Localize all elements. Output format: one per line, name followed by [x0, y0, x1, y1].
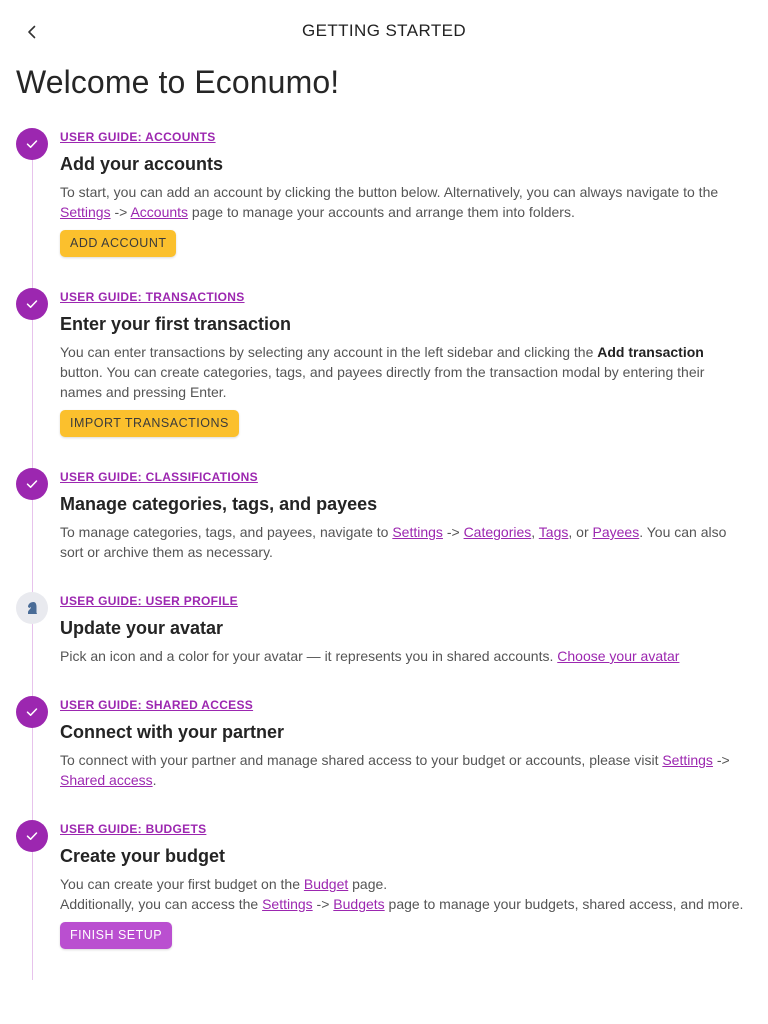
- finish-setup-button[interactable]: FINISH SETUP: [60, 922, 173, 949]
- description-text: page.: [348, 876, 388, 892]
- budget-link[interactable]: Budget: [304, 876, 348, 892]
- add-account-button[interactable]: ADD ACCOUNT: [60, 230, 177, 257]
- description-text: To connect with your partner and manage …: [60, 752, 663, 768]
- step-title: Create your budget: [60, 846, 226, 866]
- step-description: To start, you can add an account by clic…: [60, 182, 748, 222]
- description-text: button. You can create categories, tags,…: [60, 364, 705, 400]
- step-description: To manage categories, tags, and payees, …: [60, 522, 748, 562]
- description-text: You can create your first budget on the: [60, 876, 304, 892]
- chess-knight-icon: [16, 592, 48, 624]
- description-text: To start, you can add an account by clic…: [60, 184, 719, 200]
- step-title: Manage categories, tags, and payees: [60, 494, 378, 514]
- categories-link[interactable]: Categories: [464, 524, 532, 540]
- welcome-heading: Welcome to Econumo!: [16, 64, 340, 100]
- description-text: To manage categories, tags, and payees, …: [60, 524, 393, 540]
- guide-link-budgets[interactable]: USER GUIDE: BUDGETS: [60, 822, 206, 836]
- settings-link[interactable]: Settings: [392, 524, 443, 540]
- description-text: page to manage your accounts and arrange…: [188, 204, 575, 220]
- settings-link[interactable]: Settings: [662, 752, 713, 768]
- step-title: Connect with your partner: [60, 722, 285, 742]
- settings-link[interactable]: Settings: [262, 896, 313, 912]
- guide-link-classifications[interactable]: USER GUIDE: CLASSIFICATIONS: [60, 470, 258, 484]
- check-icon: [16, 468, 48, 500]
- guide-link-transactions[interactable]: USER GUIDE: TRANSACTIONS: [60, 290, 245, 304]
- description-text: Pick an icon and a color for your avatar…: [60, 648, 558, 664]
- timeline-line: [32, 144, 33, 980]
- description-text: Additionally, you can access the: [60, 896, 263, 912]
- budgets-link[interactable]: Budgets: [333, 896, 384, 912]
- guide-link-shared-access[interactable]: USER GUIDE: SHARED ACCESS: [60, 698, 253, 712]
- separator: ->: [312, 896, 334, 912]
- step-description: Pick an icon and a color for your avatar…: [60, 646, 748, 666]
- shared-access-link[interactable]: Shared access: [60, 772, 153, 788]
- top-bar: GETTING STARTED: [0, 0, 768, 64]
- step-title: Enter your first transaction: [60, 314, 292, 334]
- step-description: You can create your first budget on the …: [60, 874, 748, 914]
- description-text: You can enter transactions by selecting …: [60, 344, 598, 360]
- description-text: .: [152, 772, 157, 788]
- page-title: GETTING STARTED: [301, 21, 467, 40]
- guide-link-user-profile[interactable]: USER GUIDE: USER PROFILE: [60, 594, 238, 608]
- check-icon: [16, 288, 48, 320]
- guide-link-accounts[interactable]: USER GUIDE: ACCOUNTS: [60, 130, 216, 144]
- check-icon: [16, 820, 48, 852]
- separator: ->: [442, 524, 464, 540]
- payees-link[interactable]: Payees: [593, 524, 640, 540]
- tags-link[interactable]: Tags: [539, 524, 569, 540]
- separator: ,: [531, 524, 539, 540]
- import-transactions-button[interactable]: IMPORT TRANSACTIONS: [60, 410, 239, 437]
- separator: ->: [712, 752, 730, 768]
- accounts-link[interactable]: Accounts: [130, 204, 188, 220]
- separator: , or: [568, 524, 593, 540]
- step-title: Update your avatar: [60, 618, 224, 638]
- step-description: To connect with your partner and manage …: [60, 750, 748, 790]
- step-description: You can enter transactions by selecting …: [60, 342, 748, 402]
- separator: ->: [110, 204, 131, 220]
- check-icon: [16, 128, 48, 160]
- settings-link[interactable]: Settings: [60, 204, 111, 220]
- check-icon: [16, 696, 48, 728]
- step-title: Add your accounts: [60, 154, 224, 174]
- add-transaction-emphasis: Add transaction: [597, 344, 704, 360]
- description-text: page to manage your budgets, shared acce…: [384, 896, 744, 912]
- choose-avatar-link[interactable]: Choose your avatar: [557, 648, 679, 664]
